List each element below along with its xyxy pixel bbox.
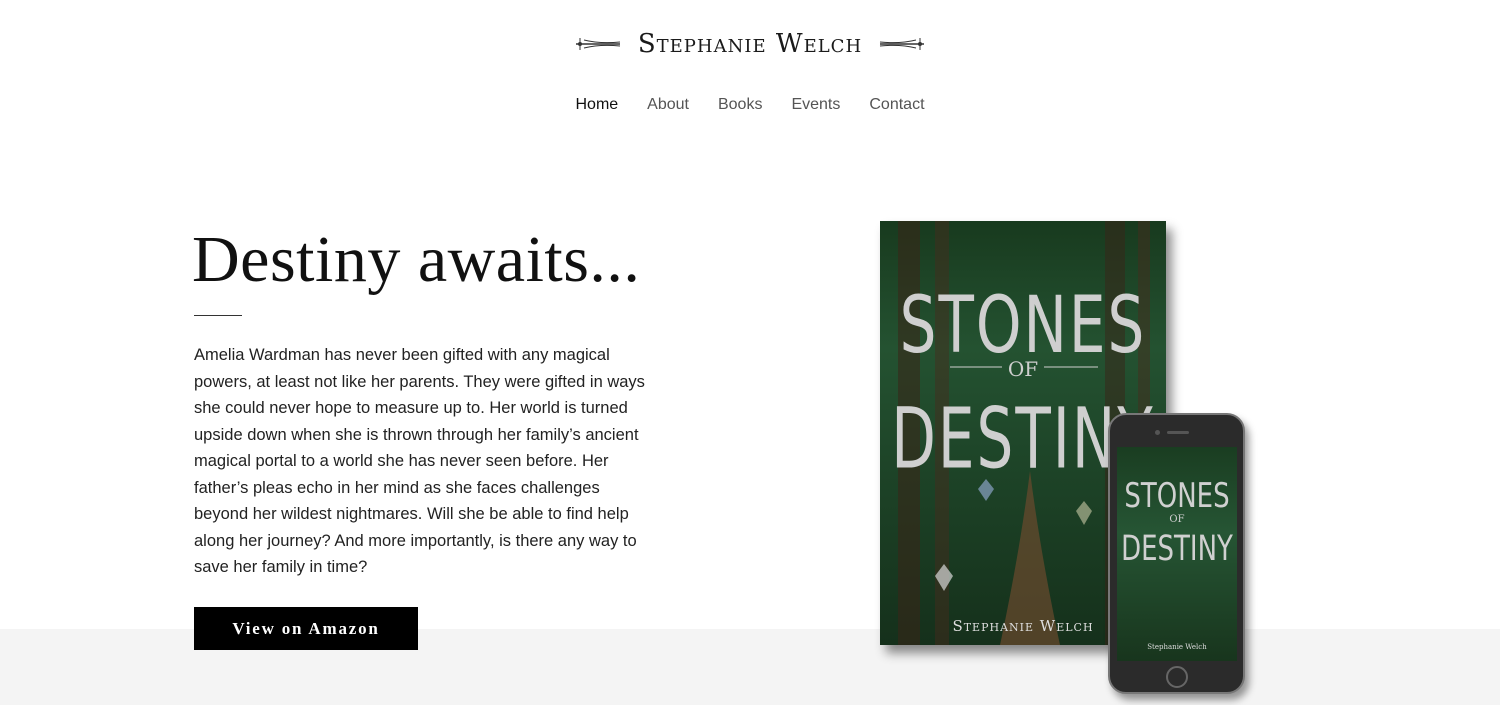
logo-text: Stephanie Welch	[637, 29, 863, 59]
view-on-amazon-button[interactable]: View on Amazon	[194, 607, 418, 650]
hero-description: Amelia Wardman has never been gifted wit…	[194, 346, 645, 576]
phone-home-button	[1166, 666, 1188, 688]
flourish-left-icon	[575, 38, 620, 50]
site-logo[interactable]: Stephanie Welch	[0, 24, 1500, 64]
phone-mockup: STONES OF DESTINY Stephanie Welch	[1108, 413, 1245, 694]
nav-home[interactable]: Home	[575, 96, 618, 114]
phone-camera	[1155, 430, 1160, 435]
phone-screen: STONES OF DESTINY Stephanie Welch	[1117, 447, 1237, 661]
nav-about[interactable]: About	[647, 96, 689, 114]
phone-title-of: OF	[1169, 514, 1185, 525]
nav-books[interactable]: Books	[718, 96, 762, 114]
flourish-right-icon	[880, 38, 925, 50]
phone-title-line-1: STONES	[1124, 477, 1230, 516]
nav-contact[interactable]: Contact	[869, 96, 924, 114]
phone-speaker	[1167, 431, 1189, 434]
headline-divider	[194, 315, 242, 316]
hero-headline: Destiny awaits...	[192, 223, 641, 296]
phone-title-line-2: DESTINY	[1121, 529, 1233, 570]
nav-events[interactable]: Events	[791, 96, 840, 114]
cover-title-of: OF	[1007, 357, 1039, 381]
phone-author: Stephanie Welch	[1147, 643, 1207, 651]
main-nav: Home About Books Events Contact	[0, 96, 1500, 114]
